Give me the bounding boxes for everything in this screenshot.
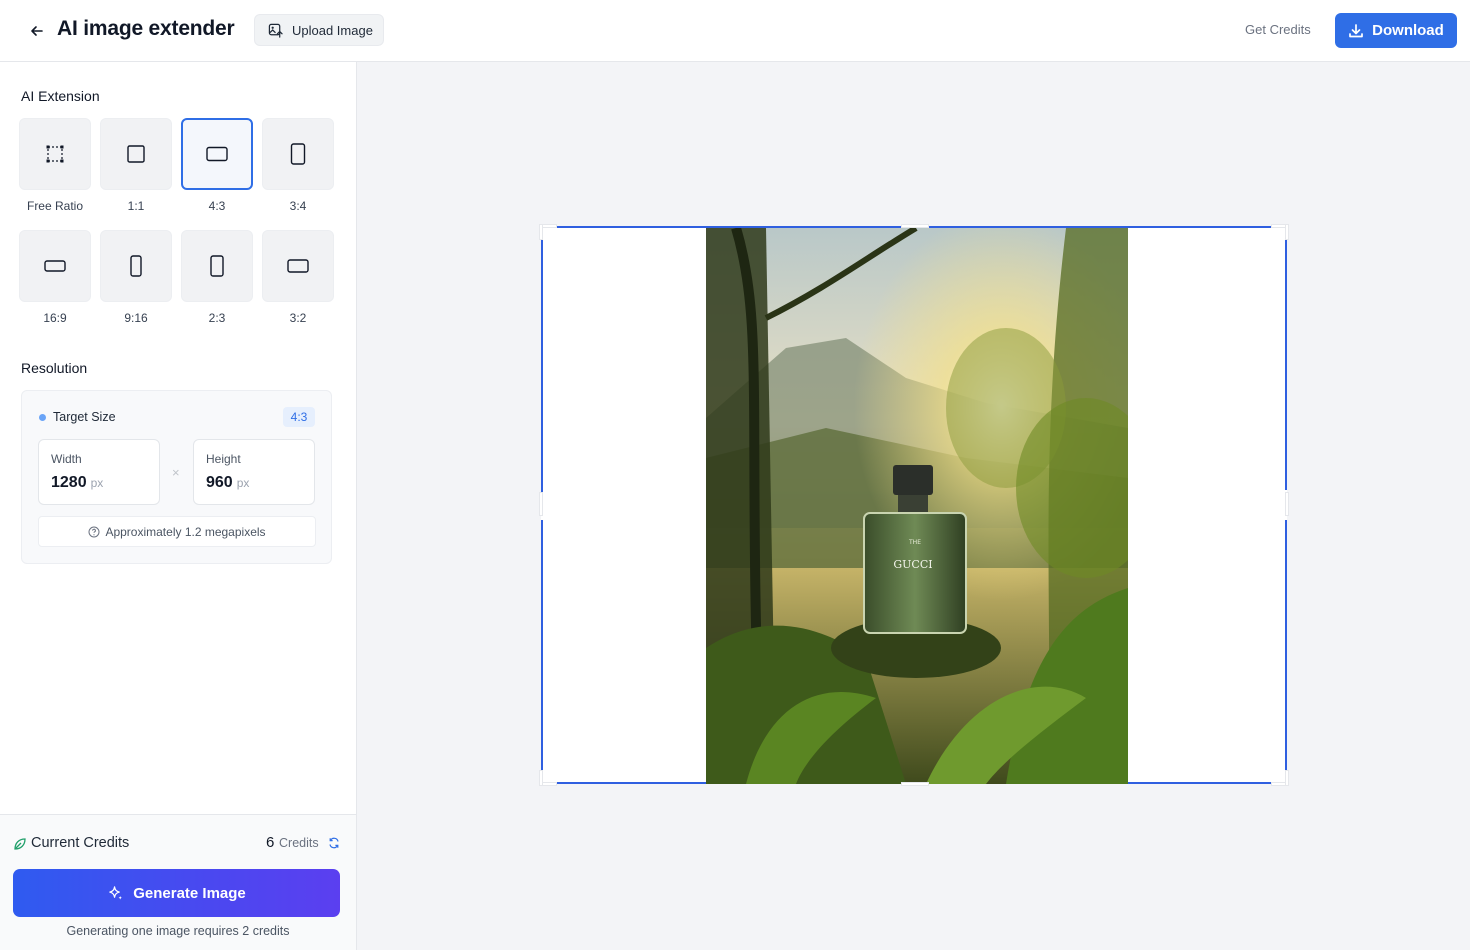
ratio-option-3-4[interactable]: 3:4 (262, 118, 334, 213)
ratio-label: 16:9 (43, 311, 67, 325)
ratio-label: 2:3 (208, 311, 226, 325)
leaf-icon (14, 838, 26, 850)
credits-count: 6 (266, 834, 275, 851)
ai-extension-title: AI Extension (21, 88, 100, 104)
sparkle-icon (109, 885, 123, 900)
resize-handle-top[interactable] (901, 224, 929, 228)
height-field[interactable]: Height 960 px (193, 439, 315, 505)
info-circle-icon (88, 526, 100, 537)
product-text: GUCCI (893, 558, 932, 571)
editor-canvas[interactable]: THE GUCCI (357, 62, 1470, 950)
resize-handle-bottom-right[interactable] (1285, 770, 1289, 786)
ratio-grid: Free Ratio 1:1 4:3 3:4 16:9 9:16 2:3 3:2 (19, 118, 339, 333)
frame-border-right (1285, 520, 1287, 770)
upload-image-button[interactable]: Upload Image (254, 14, 384, 46)
width-value: 1280 (51, 474, 87, 491)
free-ratio-icon (46, 145, 64, 163)
get-credits-link[interactable]: Get Credits (1245, 22, 1311, 37)
generate-image-button[interactable]: Generate Image (13, 869, 340, 917)
width-label: Width (51, 452, 82, 466)
portrait-rect-icon (290, 143, 306, 165)
resolution-card: Target Size 4:3 Width 1280 px × Height 96… (21, 390, 332, 564)
ratio-label: 3:2 (289, 311, 307, 325)
ratio-option-2-3[interactable]: 2:3 (181, 230, 253, 325)
ratio-option-free[interactable]: Free Ratio (19, 118, 91, 213)
generate-cost-note: Generating one image requires 2 credits (66, 924, 290, 938)
current-credits-label: Current Credits (31, 835, 130, 851)
resize-handle-right[interactable] (1285, 492, 1289, 516)
app-header: AI image extender Upload Image Get Credi… (0, 0, 1470, 62)
download-button[interactable]: Download (1335, 13, 1457, 48)
resize-handle-bottom-left[interactable] (539, 770, 543, 786)
refresh-icon[interactable] (328, 837, 340, 849)
sidebar-footer: Current Credits 6 Credits Generate Image… (0, 814, 356, 950)
resize-handle-top-right[interactable] (1285, 224, 1289, 240)
width-value-row: 1280 px (51, 474, 103, 492)
perfume-photo: THE GUCCI (706, 228, 1128, 784)
source-image[interactable]: THE GUCCI (706, 228, 1128, 784)
ratio-label: 9:16 (124, 311, 148, 325)
height-value-row: 960 px (206, 474, 249, 492)
ratio-badge: 4:3 (283, 407, 315, 427)
wide-rect-icon (44, 260, 66, 272)
download-label: Download (1372, 22, 1444, 39)
ratio-label: Free Ratio (26, 199, 84, 213)
frame-border-right (1285, 240, 1287, 490)
ratio-label: 3:4 (289, 199, 307, 213)
status-dot (39, 414, 46, 421)
megapixels-note: Approximately 1.2 megapixels (38, 516, 316, 547)
ratio-option-1-1[interactable]: 1:1 (100, 118, 172, 213)
back-button[interactable] (24, 18, 50, 44)
landscape-rect-icon (287, 259, 309, 273)
credits-unit-label: Credits (279, 836, 319, 850)
ratio-label: 1:1 (127, 199, 145, 213)
ratio-option-9-16[interactable]: 9:16 (100, 230, 172, 325)
product-subtext: THE (908, 539, 921, 546)
portrait-rect-icon (210, 255, 224, 277)
frame-border-left (541, 520, 543, 770)
landscape-rect-icon (206, 146, 228, 162)
app-title: AI image extender (57, 17, 235, 40)
ratio-option-3-2[interactable]: 3:2 (262, 230, 334, 325)
height-label: Height (206, 452, 241, 466)
settings-sidebar: AI Extension Free Ratio 1:1 4:3 3:4 16:9… (0, 62, 357, 950)
resize-handle-top-left[interactable] (539, 224, 543, 240)
arrow-left-icon (31, 26, 43, 36)
frame-border-left (541, 240, 543, 504)
width-field[interactable]: Width 1280 px (38, 439, 160, 505)
resize-handle-left[interactable] (539, 492, 543, 516)
megapixels-text: Approximately 1.2 megapixels (105, 524, 266, 539)
target-size-label: Target Size (53, 410, 116, 424)
image-upload-icon (268, 23, 283, 38)
extend-frame[interactable]: THE GUCCI (539, 224, 1289, 786)
generate-image-label: Generate Image (133, 884, 246, 902)
width-unit: px (90, 476, 104, 490)
resolution-title: Resolution (21, 360, 88, 376)
square-icon (127, 145, 145, 163)
ratio-option-4-3[interactable]: 4:3 (181, 118, 253, 213)
height-unit: px (236, 476, 250, 490)
height-value: 960 (206, 474, 233, 491)
download-icon (1349, 23, 1364, 37)
ratio-option-16-9[interactable]: 16:9 (19, 230, 91, 325)
resize-handle-bottom[interactable] (901, 782, 929, 786)
tall-rect-icon (130, 255, 142, 277)
upload-image-label: Upload Image (292, 22, 373, 38)
times-sign: × (172, 465, 180, 480)
ratio-label: 4:3 (208, 199, 226, 213)
